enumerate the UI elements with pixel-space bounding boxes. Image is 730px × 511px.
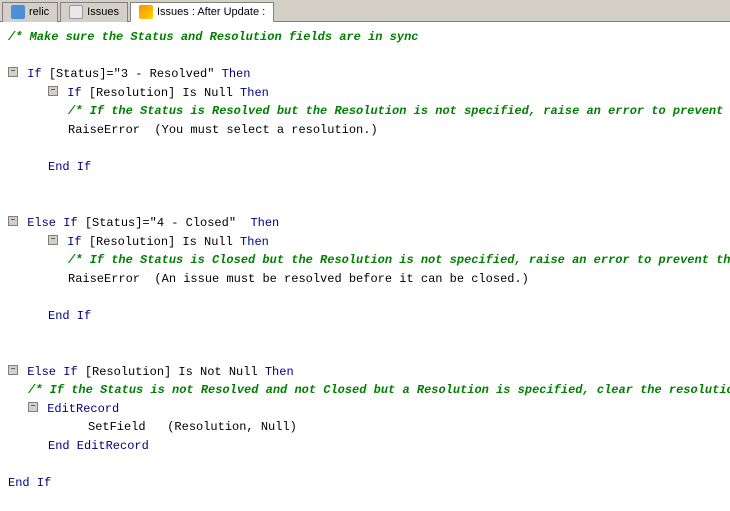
line-setfield: SetField (Resolution, Null) [8, 418, 722, 437]
endif2-text: End If [48, 307, 91, 326]
line-if3: − If [Resolution] Is Null Then [8, 233, 722, 252]
kw-if2: If [60, 84, 89, 103]
endif3-text: End If [8, 474, 51, 493]
editrecord-kw: EditRecord [40, 400, 119, 419]
collapse-if1[interactable]: − [8, 67, 18, 77]
raise1-msg: (You must select a resolution.) [154, 121, 377, 140]
kw-if1: If [20, 65, 49, 84]
collapse-elseif2[interactable]: − [8, 365, 18, 375]
issues-icon [69, 5, 83, 19]
then-elseif1: Then [250, 214, 279, 233]
kw-elseif2: Else If [20, 363, 85, 382]
raise2-msg: (An issue must be resolved before it can… [154, 270, 528, 289]
raise1-kw: RaiseError [68, 121, 154, 140]
cond3: [Resolution] Is Null [89, 233, 240, 252]
line-raise2: RaiseError (An issue must be resolved be… [8, 270, 722, 289]
line-if1: − If [Status]="3 - Resolved" Then [8, 65, 722, 84]
tab-active-label: Issues : After Update : [157, 6, 265, 18]
line-elseif1: − Else If [Status]="4 - Closed" Then [8, 214, 722, 233]
tab-issues-label: Issues [87, 6, 119, 18]
tab-relic[interactable]: relic [2, 2, 58, 22]
collapse-editrecord[interactable]: − [28, 402, 38, 412]
raise2-kw: RaiseError [68, 270, 154, 289]
line-comment4: /* If the Status is not Resolved and not… [8, 381, 722, 400]
collapse-if2[interactable]: − [48, 86, 58, 96]
tab-issues[interactable]: Issues [60, 2, 128, 22]
tab-bar: relic Issues Issues : After Update : [0, 0, 730, 22]
line-endif1: End If [8, 158, 722, 177]
cond-elseif1: [Status]="4 - Closed" [85, 214, 251, 233]
then3: Then [240, 233, 269, 252]
line-elseif2: − Else If [Resolution] Is Not Null Then [8, 363, 722, 382]
relic-icon [11, 5, 25, 19]
line-raise1: RaiseError (You must select a resolution… [8, 121, 722, 140]
tab-issues-after-update[interactable]: Issues : After Update : [130, 2, 274, 22]
then-elseif2: Then [265, 363, 294, 382]
end-editrecord-text: End EditRecord [48, 437, 149, 456]
kw-elseif1: Else If [20, 214, 85, 233]
line-endif3: End If [8, 474, 722, 493]
then1: Then [222, 65, 251, 84]
cond-elseif2: [Resolution] Is Not Null [85, 363, 265, 382]
comment3-text: /* If the Status is Closed but the Resol… [68, 251, 730, 270]
collapse-elseif1[interactable]: − [8, 216, 18, 226]
tab-relic-label: relic [29, 6, 49, 18]
line-if2: − If [Resolution] Is Null Then [8, 84, 722, 103]
then2: Then [240, 84, 269, 103]
line-editrecord: − EditRecord [8, 400, 722, 419]
comment4-text: /* If the Status is not Resolved and not… [28, 381, 730, 400]
setfield-args: (Resolution, Null) [167, 418, 297, 437]
endif1-text: End If [48, 158, 91, 177]
setfield-kw: SetField [88, 418, 167, 437]
line-end-editrecord: End EditRecord [8, 437, 722, 456]
cond2: [Resolution] Is Null [89, 84, 240, 103]
code-area: /* Make sure the Status and Resolution f… [0, 22, 730, 511]
collapse-if3[interactable]: − [48, 235, 58, 245]
comment1-text: /* Make sure the Status and Resolution f… [8, 28, 418, 47]
kw-if3: If [60, 233, 89, 252]
cond1: [Status]="3 - Resolved" [49, 65, 222, 84]
active-tab-icon [139, 5, 153, 19]
comment2-text: /* If the Status is Resolved but the Res… [68, 102, 730, 121]
line-endif2: End If [8, 307, 722, 326]
line-comment3: /* If the Status is Closed but the Resol… [8, 251, 722, 270]
line-comment1: /* Make sure the Status and Resolution f… [8, 28, 722, 47]
line-comment2: /* If the Status is Resolved but the Res… [8, 102, 722, 121]
